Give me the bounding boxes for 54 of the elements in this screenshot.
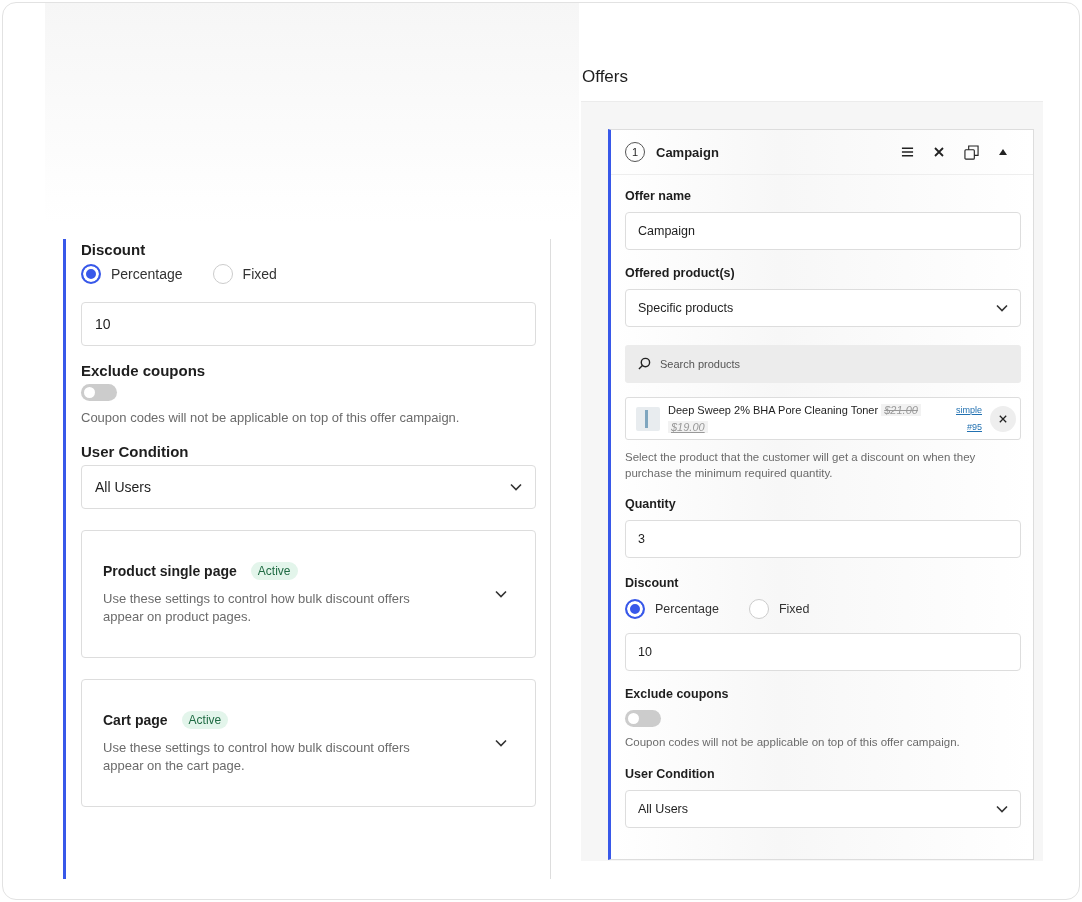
section-description: Use these settings to control how bulk discount offers appear on product pages. xyxy=(103,590,411,626)
field-label: User Condition xyxy=(81,442,190,460)
radio-option[interactable]: Percentage xyxy=(625,599,719,620)
settings-section-card[interactable]: Product single page Active Use these settings to control how bulk discount offers appear on product pages. xyxy=(81,529,536,658)
remove-button[interactable] xyxy=(990,405,1016,432)
section-title: Cart page xyxy=(103,712,168,728)
section-heading: Offers xyxy=(582,67,629,87)
select-field[interactable]: Specific products xyxy=(625,289,1021,327)
section-title: Product single page xyxy=(103,563,237,579)
help-text: Select the product that the customer will get a discount on when they purchase the minimum required quantity. xyxy=(625,450,977,481)
field-label: User Condition xyxy=(625,766,716,781)
menu-icon[interactable] xyxy=(901,147,914,157)
input-field[interactable]: 3 xyxy=(625,520,1021,559)
section-description: Use these settings to control how bulk discount offers appear on the cart page. xyxy=(103,739,411,775)
campaign-title: Campaign xyxy=(656,144,719,160)
field-label: Discount xyxy=(81,241,147,258)
radio-option[interactable]: Percentage xyxy=(81,264,183,284)
input-field[interactable]: Campaign xyxy=(625,212,1021,250)
select-field[interactable]: All Users xyxy=(625,789,1021,828)
settings-section-card[interactable]: Cart page Active Use these settings to control how bulk discount offers appear on the cart page. xyxy=(81,678,536,807)
chevron-down-icon xyxy=(996,804,1008,813)
close-icon xyxy=(999,414,1007,423)
field-label: Quantity xyxy=(625,497,677,512)
radio-option[interactable]: Fixed xyxy=(212,264,277,284)
select-field[interactable]: All Users xyxy=(81,464,536,509)
field-label: Discount xyxy=(625,576,680,591)
input-field[interactable]: 10 xyxy=(81,302,536,346)
regular-price: $21.00 xyxy=(881,404,921,416)
chevron-down-icon xyxy=(510,482,522,491)
status-badge: Active xyxy=(181,711,229,729)
help-text: Coupon codes will not be applicable on top of this offer campaign. xyxy=(625,735,961,751)
field-label: Offered product(s) xyxy=(625,266,736,280)
product-type-link[interactable]: simple xyxy=(956,402,982,419)
sale-price: $19.00 xyxy=(668,420,708,433)
toggle-switch[interactable] xyxy=(625,710,661,728)
status-badge: Active xyxy=(250,562,298,580)
help-text: Coupon codes will not be applicable on top of this offer campaign. xyxy=(81,409,461,427)
search-field[interactable]: Search products xyxy=(625,345,1021,383)
field-label: Exclude coupons xyxy=(81,362,207,379)
field-label: Exclude coupons xyxy=(625,687,730,702)
toggle-switch[interactable] xyxy=(81,384,117,401)
copy-icon[interactable] xyxy=(964,144,979,160)
chevron-down-icon xyxy=(996,304,1008,312)
product-name: Deep Sweep 2% BHA Pore Cleaning Toner xyxy=(668,404,879,416)
chevron-down-icon[interactable] xyxy=(495,738,507,747)
close-icon[interactable] xyxy=(934,147,944,157)
chevron-down-icon[interactable] xyxy=(495,589,507,598)
bottle-icon xyxy=(636,406,660,431)
input-field[interactable]: 10 xyxy=(625,633,1021,672)
caret-up-icon[interactable] xyxy=(999,149,1007,155)
product-id-link[interactable]: #95 xyxy=(966,418,982,435)
radio-option[interactable]: Fixed xyxy=(748,599,810,620)
field-label: Offer name xyxy=(625,189,692,203)
search-icon xyxy=(638,357,651,370)
